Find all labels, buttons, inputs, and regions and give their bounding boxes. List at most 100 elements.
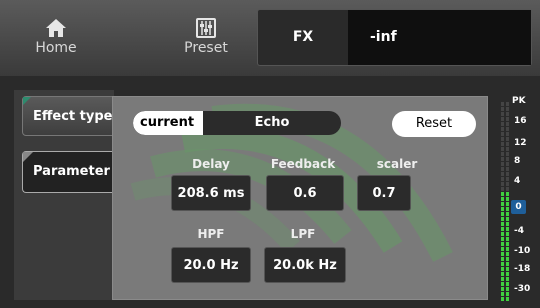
meter-segment [501,282,504,286]
preset-button[interactable]: Preset [162,10,250,66]
meter-segment [501,257,504,261]
meter-segment [506,127,509,131]
tab-parameter-label: Parameter [33,164,110,179]
meter-segment [501,187,504,191]
preset-label: Preset [184,40,228,56]
meter-segment [501,167,504,171]
scaler-value-box[interactable]: 0.7 [357,175,411,211]
reset-button[interactable]: Reset [392,111,476,137]
meter-segment [501,212,504,216]
meter-segment [506,117,509,121]
meter-segment [506,147,509,151]
home-label: Home [35,40,77,56]
meter-segment [501,122,504,126]
fx-level-value: -inf [348,10,531,65]
meter-segment [501,197,504,201]
top-bar: Home Preset FX -inf [0,0,540,76]
meter-segment [506,132,509,136]
delay-value-box[interactable]: 208.6 ms [171,175,251,211]
meter-segment [501,172,504,176]
meter-segment [501,117,504,121]
meter-tick-label: 16 [514,116,527,126]
scaler-label: scaler [376,157,418,171]
tab-corner-marker [23,97,31,105]
meter-segment [501,277,504,281]
meter-segment [501,252,504,256]
meter-segment [506,187,509,191]
meter-zero-marker: 0 [511,200,526,214]
meter-segment [501,127,504,131]
meter-segment [501,157,504,161]
meter-segment [506,212,509,216]
meter-segment [501,272,504,276]
meter-segment [501,297,504,301]
meter-segment [506,242,509,246]
lpf-value-box[interactable]: 20.0k Hz [264,247,346,283]
meter-segment [506,207,509,211]
level-meter: PK 16 12 8 4 0 -4 -10 -18 -30 [498,96,540,308]
meter-segment [501,202,504,206]
meter-segment [506,277,509,281]
meter-segment [506,137,509,141]
meter-segment [506,252,509,256]
meter-tick-label: -18 [514,264,531,274]
meter-segment [501,137,504,141]
meter-segment [506,232,509,236]
meter-segment [501,102,504,106]
tab-effect-type[interactable]: Effect type [22,96,114,136]
meter-segment [506,202,509,206]
tab-corner-marker [23,152,33,162]
preset-icon [196,18,216,38]
meter-segment [506,157,509,161]
fx-label: FX [292,29,314,45]
meter-peak-label: PK [512,96,526,106]
meter-tick-label: 4 [514,176,521,186]
meter-tick-label: -10 [514,246,531,256]
meter-segment [506,262,509,266]
meter-segment [506,222,509,226]
meter-segment [501,147,504,151]
delay-label: Delay [192,157,230,171]
meter-segment [501,162,504,166]
home-button[interactable]: Home [12,10,100,66]
meter-segment [506,282,509,286]
meter-segment [506,197,509,201]
meter-tick-label: 12 [514,138,527,148]
meter-segment [501,292,504,296]
meter-segment [506,192,509,196]
meter-segment [501,237,504,241]
meter-segment [501,232,504,236]
meter-segment [506,177,509,181]
meter-segment [506,247,509,251]
meter-segment [506,217,509,221]
meter-tick-label: -4 [514,226,524,236]
meter-segment [506,287,509,291]
meter-segment [506,292,509,296]
feedback-value-box[interactable]: 0.6 [266,175,344,211]
meter-segment [501,112,504,116]
tab-parameter[interactable]: Parameter [22,151,114,193]
lpf-label: LPF [290,227,316,241]
effect-name: Echo [254,115,290,130]
meter-segment [506,112,509,116]
meter-segment [501,107,504,111]
meter-segment [501,217,504,221]
meter-tick-label: 8 [514,156,521,166]
meter-segment [501,242,504,246]
effect-selector[interactable]: current Echo [133,111,341,135]
parameter-panel: current Echo Reset Delay 208.6 ms Feedba… [112,96,488,300]
meter-segment [506,142,509,146]
meter-tick-label: -30 [514,284,531,294]
meter-segment [501,192,504,196]
meter-segment [506,172,509,176]
meter-segment [501,262,504,266]
hpf-value-box[interactable]: 20.0 Hz [171,247,251,283]
meter-segment [501,267,504,271]
meter-segment [506,167,509,171]
meter-segment [506,257,509,261]
meter-segment [506,107,509,111]
meter-segment [506,227,509,231]
fx-display[interactable]: FX -inf [257,9,532,66]
current-label: current [133,111,203,135]
meter-segment [501,132,504,136]
